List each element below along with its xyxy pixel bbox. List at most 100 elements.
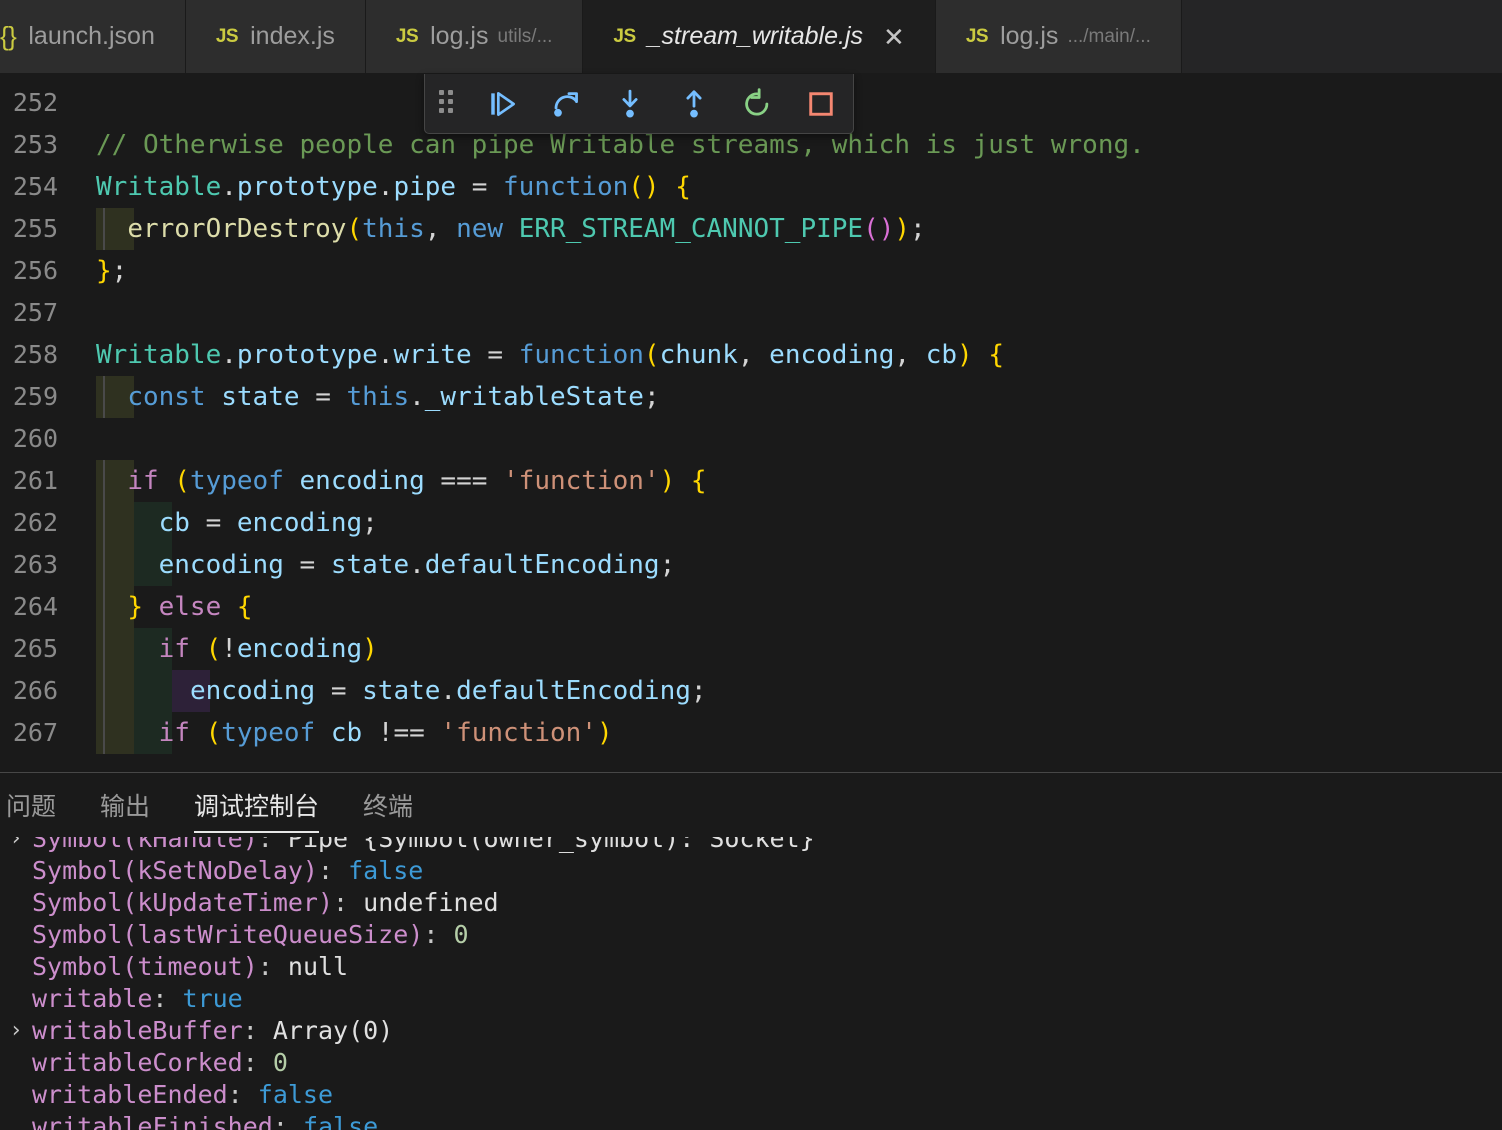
console-property-value: false	[348, 856, 424, 885]
console-property-key: writableFinished	[32, 1112, 273, 1130]
code-line-text: Writable.prototype.pipe = function() {	[96, 172, 691, 202]
code-line-text: Writable.prototype.write = function(chun…	[96, 340, 1004, 370]
line-number: 267	[12, 718, 58, 747]
code-line[interactable]: 264 } else {	[0, 586, 1502, 628]
console-property-key: writableBuffer	[32, 1016, 243, 1045]
step-out-button[interactable]	[662, 74, 726, 133]
console-property-row[interactable]: Symbol(lastWriteQueueSize): 0	[0, 919, 1502, 951]
console-key-separator: :	[257, 837, 288, 853]
line-number: 260	[12, 424, 58, 453]
editor-tab-log-js[interactable]: JS log.js utils/...	[365, 0, 584, 73]
line-number: 255	[12, 214, 58, 243]
code-editor[interactable]: 251}252253// Otherwise people can pipe W…	[0, 74, 1502, 772]
panel-tab-0[interactable]: 问题	[0, 773, 78, 837]
chevron-right-icon[interactable]: ›	[4, 1015, 28, 1047]
js-file-icon: JS	[395, 25, 419, 47]
line-number: 252	[12, 88, 58, 117]
code-line-text: } else {	[127, 592, 253, 622]
console-property-row[interactable]: writableEnded: false	[0, 1079, 1502, 1111]
console-property-key: writable	[32, 984, 153, 1013]
step-into-icon	[622, 89, 638, 117]
restart-button[interactable]	[726, 74, 790, 133]
line-number: 266	[12, 676, 58, 705]
line-number: 251	[0, 74, 58, 82]
console-key-separator: :	[257, 952, 288, 981]
console-property-row[interactable]: › writableBuffer: Array(0)	[0, 1015, 1502, 1047]
code-line[interactable]: 259 const state = this._writableState;	[0, 376, 1502, 418]
console-key-separator: :	[423, 920, 454, 949]
editor-tab-label: log.js	[1000, 22, 1059, 50]
console-key-separator: :	[242, 1048, 273, 1077]
debug-console-output[interactable]: › Symbol(kHandle): Pipe {Symbol(owner_sym…	[0, 837, 1502, 1130]
code-line[interactable]: 266 encoding = state.defaultEncoding;	[0, 670, 1502, 712]
bottom-panel: 问题 输出 调试控制台 终端 › Symbol(kHandle): Pipe {Symb…	[0, 772, 1502, 1130]
js-file-icon: JS	[965, 25, 989, 47]
code-line[interactable]: 257	[0, 292, 1502, 334]
code-line-text: if (!encoding)	[158, 634, 378, 664]
restart-icon	[745, 87, 769, 116]
editor-tab-log-js[interactable]: JS log.js .../main/...	[935, 0, 1182, 73]
console-key-separator: :	[152, 984, 183, 1013]
debug-toolbar	[424, 74, 854, 134]
editor-tab-label: launch.json	[28, 22, 155, 50]
chevron-right-icon[interactable]: ›	[4, 837, 28, 855]
editor-tab--stream-writable-js[interactable]: JS _stream_writable.js ✕	[583, 0, 936, 73]
step-over-icon	[554, 91, 579, 117]
line-number: 259	[12, 382, 58, 411]
drag-handle-icon[interactable]	[425, 74, 471, 133]
code-line[interactable]: 255 errorOrDestroy(this, new ERR_STREAM_…	[0, 208, 1502, 250]
code-line[interactable]: 261 if (typeof encoding === 'function') …	[0, 460, 1502, 502]
editor-tab-launch-json[interactable]: {} launch.json	[0, 0, 186, 73]
console-property-row[interactable]: › Symbol(kHandle): Pipe {Symbol(owner_sym…	[0, 837, 1502, 855]
code-line[interactable]: 267 if (typeof cb !== 'function')	[0, 712, 1502, 754]
console-property-key: writableCorked	[32, 1048, 243, 1077]
code-line[interactable]: 263 encoding = state.defaultEncoding;	[0, 544, 1502, 586]
code-line-text: const state = this._writableState;	[127, 382, 660, 412]
line-number: 264	[12, 592, 58, 621]
line-number: 263	[12, 550, 58, 579]
console-key-separator: :	[272, 1112, 303, 1130]
code-line[interactable]: 254 Writable.prototype.pipe = function() …	[0, 166, 1502, 208]
stop-button[interactable]	[789, 74, 853, 133]
console-property-row[interactable]: writableCorked: 0	[0, 1047, 1502, 1079]
console-property-key: Symbol(kUpdateTimer)	[32, 888, 334, 917]
code-line[interactable]: 256};	[0, 250, 1502, 292]
console-property-row[interactable]: writableFinished: false	[0, 1111, 1502, 1130]
close-icon[interactable]: ✕	[883, 24, 905, 50]
code-line-text: }	[96, 74, 112, 82]
json-braces-icon: {}	[0, 21, 17, 51]
console-property-key: Symbol(timeout)	[32, 952, 258, 981]
continue-button[interactable]	[471, 74, 535, 133]
code-line[interactable]: 260	[0, 418, 1502, 460]
code-line-text: if (typeof encoding === 'function') {	[127, 466, 707, 496]
editor-tab-index-js[interactable]: JS index.js	[185, 0, 366, 73]
console-property-row[interactable]: writable: true	[0, 983, 1502, 1015]
step-over-button[interactable]	[534, 74, 598, 133]
console-property-value: Pipe {Symbol(owner_symbol): Socket}	[287, 837, 815, 853]
panel-tab-3[interactable]: 终端	[341, 773, 435, 837]
line-number: 256	[12, 256, 58, 285]
code-line-text: encoding = state.defaultEncoding;	[158, 550, 676, 580]
console-property-value: false	[257, 1080, 334, 1109]
code-line[interactable]: 265 if (!encoding)	[0, 628, 1502, 670]
console-key-separator: :	[317, 856, 349, 885]
console-property-value: null	[287, 952, 349, 981]
line-number: 262	[12, 508, 58, 537]
console-property-value: 0	[272, 1048, 288, 1077]
panel-tab-1[interactable]: 输出	[78, 773, 172, 837]
panel-tab-2[interactable]: 调试控制台	[172, 773, 341, 837]
code-line[interactable]: 258 Writable.prototype.write = function(c…	[0, 334, 1502, 376]
line-number: 257	[12, 298, 58, 327]
line-number: 265	[12, 634, 58, 663]
console-property-key: Symbol(lastWriteQueueSize)	[32, 920, 424, 949]
console-property-row[interactable]: Symbol(timeout): null	[0, 951, 1502, 983]
code-line-text: };	[96, 256, 128, 286]
code-line[interactable]: 262 cb = encoding;	[0, 502, 1502, 544]
console-property-row[interactable]: Symbol(kUpdateTimer): undefined	[0, 887, 1502, 919]
console-property-value: true	[182, 984, 243, 1013]
editor-tab-label: _stream_writable.js	[647, 22, 864, 50]
step-into-button[interactable]	[598, 74, 662, 133]
line-number: 254	[12, 172, 58, 201]
console-property-row[interactable]: Symbol(kSetNoDelay): false	[0, 855, 1502, 887]
console-property-value: Array(0)	[272, 1016, 394, 1045]
